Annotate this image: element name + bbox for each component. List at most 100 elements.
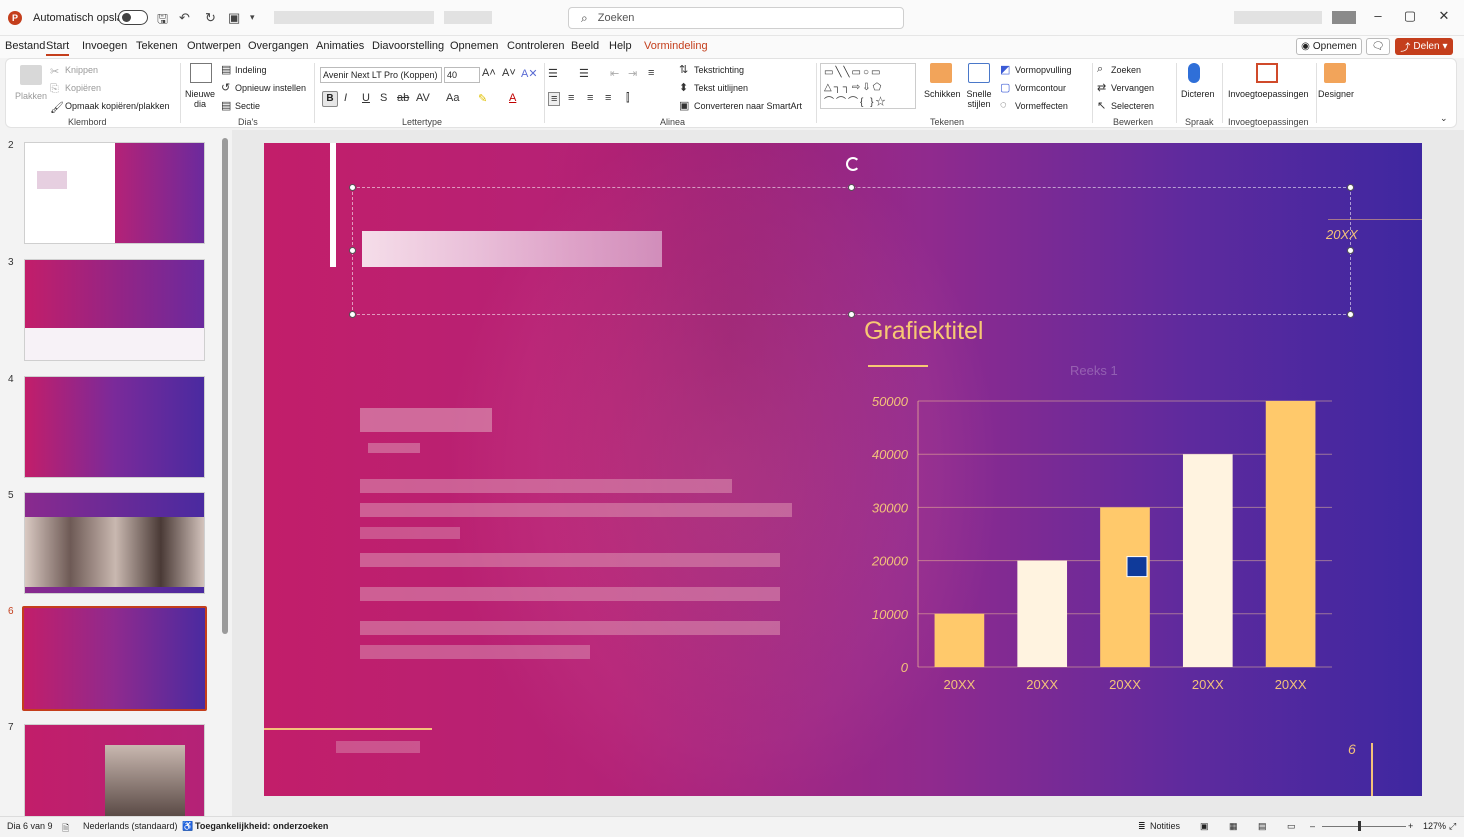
designer-icon[interactable] [1324, 63, 1346, 83]
tab-opnemen[interactable]: Opnemen [450, 40, 498, 52]
record-button[interactable]: ◉ Opnemen [1296, 38, 1362, 55]
columns-icon[interactable]: ⫿ [626, 92, 630, 105]
shadow-button[interactable]: S [380, 92, 387, 104]
change-case-button[interactable]: Aa [446, 92, 459, 104]
spellcheck-icon[interactable]: 🗎 [62, 821, 69, 837]
tab-invoegen[interactable]: Invoegen [82, 40, 127, 52]
undo-icon[interactable]: ↶ [179, 10, 190, 26]
normal-view-icon[interactable]: ▣ [1200, 821, 1209, 832]
resize-handle[interactable] [349, 247, 356, 254]
increase-indent-icon[interactable]: ⇥ [628, 67, 637, 80]
section-button[interactable]: Sectie [235, 101, 260, 111]
justify-icon[interactable]: ≡ [605, 92, 611, 104]
add-ins-icon[interactable] [1256, 63, 1278, 83]
resize-handle[interactable] [848, 311, 855, 318]
maximize-icon[interactable]: ▢ [1400, 8, 1420, 24]
zoom-level[interactable]: 127% [1423, 821, 1446, 831]
highlight-icon[interactable]: ✎ [478, 92, 487, 105]
quick-styles-button[interactable]: Snelle stijlen [964, 89, 994, 109]
slide-thumbnail-2[interactable] [24, 142, 205, 244]
redo-icon[interactable]: ↻ [205, 10, 216, 26]
autosave-toggle[interactable] [118, 10, 148, 25]
font-color-icon[interactable]: A [509, 92, 516, 104]
tab-controleren[interactable]: Controleren [507, 40, 564, 52]
font-family-select[interactable]: Avenir Next LT Pro (Koppen) [320, 67, 442, 83]
tab-beeld[interactable]: Beeld [571, 40, 599, 52]
shape-fill-button[interactable]: Vormopvulling [1015, 65, 1072, 75]
copy-button[interactable]: Kopiëren [65, 83, 101, 93]
tab-diavoorstelling[interactable]: Diavoorstelling [372, 40, 444, 52]
share-button[interactable]: ⤴ Delen ▾ [1395, 38, 1453, 55]
fit-to-window-icon[interactable]: ⤢ [1449, 821, 1456, 832]
bullets-icon[interactable]: ☰ [548, 67, 558, 80]
resize-handle[interactable] [1347, 184, 1354, 191]
designer-button[interactable]: Designer [1318, 89, 1354, 99]
thumbnail-scrollbar[interactable] [222, 138, 228, 634]
align-right-icon[interactable]: ≡ [587, 92, 593, 104]
chart-selection-marker[interactable] [1126, 556, 1148, 578]
strikethrough-button[interactable]: ab [397, 92, 409, 104]
present-icon[interactable]: ▣ [228, 10, 240, 26]
slide-counter[interactable]: Dia 6 van 9 [7, 821, 53, 831]
text-direction-button[interactable]: Tekstrichting [694, 65, 744, 75]
replace-button[interactable]: Vervangen [1111, 83, 1154, 93]
format-painter-button[interactable]: Opmaak kopiëren/plakken [65, 101, 170, 111]
decrease-indent-icon[interactable]: ⇤ [610, 67, 619, 80]
quick-styles-icon[interactable] [968, 63, 990, 83]
rotate-handle-icon[interactable] [846, 157, 860, 171]
comments-button[interactable]: 🗨 [1366, 38, 1390, 55]
bold-button[interactable]: B [322, 91, 338, 107]
language-status[interactable]: Nederlands (standaard) [83, 821, 178, 831]
shrink-font-icon[interactable]: A˅ [502, 67, 516, 79]
close-icon[interactable]: ✕ [1434, 8, 1454, 24]
new-slide-icon[interactable] [190, 63, 212, 83]
shapes-gallery[interactable]: ▭╲╲▭○▭ △┐┐⇨⇩⬠ ⌒⌒⌒{ }☆ [820, 63, 916, 109]
cut-button[interactable]: Knippen [65, 65, 98, 75]
underline-button[interactable]: U [362, 92, 370, 104]
tab-tekenen[interactable]: Tekenen [136, 40, 178, 52]
paste-icon[interactable] [20, 65, 42, 85]
tab-vormindeling[interactable]: Vormindeling [644, 40, 708, 52]
dictate-button[interactable]: Dicteren [1181, 89, 1215, 99]
slide-canvas[interactable]: 20XX Grafiektitel Reeks 1 50000 40000 3000… [264, 143, 1422, 796]
char-spacing-button[interactable]: AV [416, 92, 430, 104]
customize-qat-icon[interactable]: ▾ [250, 12, 255, 23]
tab-overgangen[interactable]: Overgangen [248, 40, 309, 52]
slide-thumbnail-5[interactable] [24, 492, 205, 594]
resize-handle[interactable] [349, 184, 356, 191]
slide-sorter-icon[interactable]: ▦ [1229, 821, 1238, 832]
tab-help[interactable]: Help [609, 40, 632, 52]
tab-animaties[interactable]: Animaties [316, 40, 364, 52]
clear-format-icon[interactable]: A✕ [521, 67, 538, 80]
layout-button[interactable]: Indeling [235, 65, 267, 75]
grow-font-icon[interactable]: A˄ [482, 67, 496, 79]
resize-handle[interactable] [1347, 311, 1354, 318]
slideshow-icon[interactable]: ▭ [1287, 821, 1296, 832]
collapse-ribbon-icon[interactable]: ⌄ [1440, 113, 1448, 124]
resize-handle[interactable] [848, 184, 855, 191]
resize-handle[interactable] [1347, 247, 1354, 254]
italic-button[interactable]: I [344, 92, 347, 104]
arrange-icon[interactable] [930, 63, 952, 83]
line-spacing-icon[interactable]: ≡ [648, 67, 654, 79]
paste-button[interactable]: Plakken [15, 91, 47, 101]
arrange-button[interactable]: Schikken [924, 89, 961, 99]
title-placeholder-selection[interactable] [352, 187, 1351, 315]
notes-button[interactable]: Notities [1150, 821, 1180, 831]
save-icon[interactable]: 🖫 [157, 10, 168, 32]
numbering-icon[interactable]: ☰ [579, 67, 589, 80]
zoom-out-icon[interactable]: – [1310, 821, 1315, 831]
slide-thumbnail-7[interactable] [24, 724, 205, 816]
slide-thumbnail-3[interactable] [24, 259, 205, 361]
slide-thumbnail-4[interactable] [24, 376, 205, 478]
reading-view-icon[interactable]: ▤ [1258, 821, 1267, 832]
zoom-slider-track[interactable] [1322, 826, 1406, 827]
new-slide-button[interactable]: Nieuwe dia [185, 89, 215, 109]
chart-title[interactable]: Grafiektitel [864, 317, 983, 346]
shape-effects-button[interactable]: Vormeffecten [1015, 101, 1068, 111]
tab-ontwerpen[interactable]: Ontwerpen [187, 40, 241, 52]
smartart-button[interactable]: Converteren naar SmartArt [694, 101, 802, 111]
minimize-icon[interactable]: – [1368, 8, 1388, 23]
font-size-select[interactable]: 40 [444, 67, 480, 83]
select-button[interactable]: Selecteren [1111, 101, 1154, 111]
